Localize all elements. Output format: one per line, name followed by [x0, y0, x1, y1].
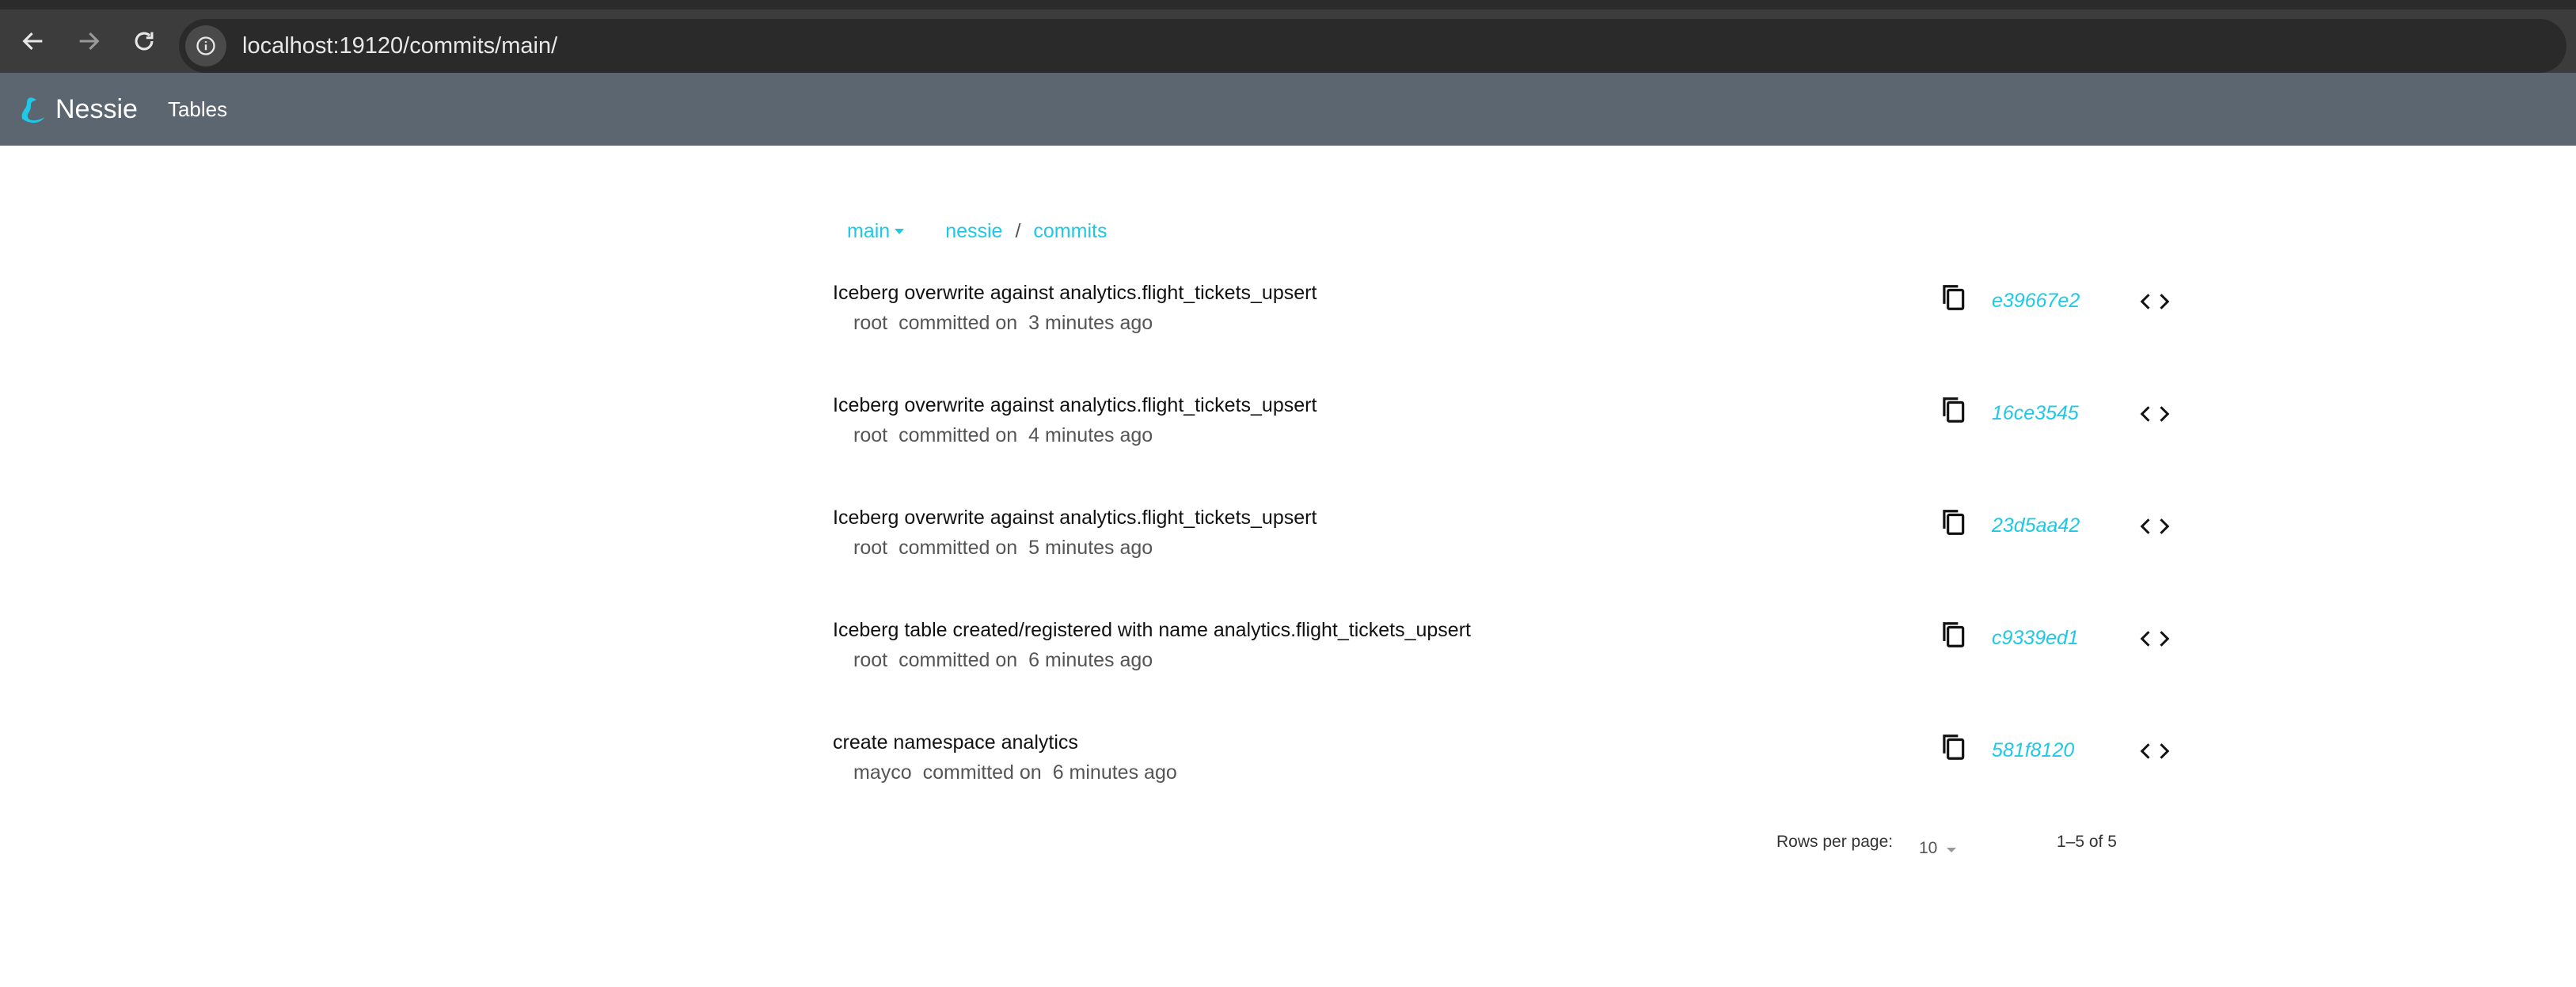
copy-icon[interactable]: [1938, 507, 1968, 538]
commit-author: root: [853, 649, 888, 671]
commit-message: Iceberg overwrite against analytics.flig…: [833, 282, 1317, 304]
rows-per-page-select[interactable]: 10: [1919, 839, 1957, 858]
reload-icon: [135, 32, 154, 51]
commit-author: root: [853, 537, 888, 559]
commit-author: root: [853, 312, 888, 334]
code-icon[interactable]: [2139, 739, 2171, 763]
info-icon: [196, 36, 215, 55]
commit-committed-on: committed on: [899, 312, 1018, 334]
reload-button[interactable]: [122, 19, 166, 63]
commit-time: 6 minutes ago: [1052, 761, 1177, 784]
nessie-logo-icon[interactable]: [14, 92, 49, 127]
code-icon[interactable]: [2139, 290, 2171, 313]
caret-down-icon: [1947, 848, 1957, 852]
rows-per-page-label: Rows per page:: [1776, 833, 1894, 851]
copy-icon[interactable]: [1938, 282, 1968, 313]
commit-hash-link[interactable]: 23d5aa42: [1992, 514, 2103, 537]
branch-label: main: [847, 219, 891, 242]
commit-committed-on: committed on: [899, 649, 1018, 671]
url-text[interactable]: localhost:19120/commits/main/: [242, 33, 557, 59]
commit-meta: root committed on 6 minutes ago: [853, 649, 1164, 672]
commit-row: Iceberg overwrite against analytics.flig…: [833, 507, 2179, 586]
breadcrumb-commits[interactable]: commits: [1033, 220, 1107, 243]
commit-author: mayco: [853, 761, 912, 784]
commit-committed-on: committed on: [899, 537, 1018, 559]
commit-row: Iceberg overwrite against analytics.flig…: [833, 394, 2179, 473]
commit-meta: mayco committed on 6 minutes ago: [853, 761, 1188, 784]
commit-meta: root committed on 4 minutes ago: [853, 424, 1164, 447]
copy-icon[interactable]: [1938, 394, 1968, 426]
commit-meta: root committed on 5 minutes ago: [853, 537, 1164, 560]
back-button[interactable]: [11, 19, 55, 63]
arrow-right-icon: [79, 32, 100, 51]
commit-committed-on: committed on: [899, 424, 1018, 446]
commit-message: create namespace analytics: [833, 731, 1078, 754]
commit-author: root: [853, 424, 888, 446]
commit-row: Iceberg overwrite against analytics.flig…: [833, 282, 2179, 361]
app-header: Nessie Tables: [0, 73, 2576, 146]
branch-selector[interactable]: main: [847, 219, 905, 243]
code-icon[interactable]: [2139, 402, 2171, 426]
commit-message: Iceberg overwrite against analytics.flig…: [833, 394, 1317, 416]
commit-hash-link[interactable]: 16ce3545: [1992, 402, 2103, 425]
commit-hash-link[interactable]: 581f8120: [1992, 739, 2103, 762]
commit-time: 6 minutes ago: [1028, 649, 1153, 671]
caret-down-icon: [895, 228, 905, 234]
breadcrumb: main nessie / commits: [847, 215, 1107, 247]
pagination-range: 1–5 of 5: [2057, 833, 2117, 851]
copy-icon[interactable]: [1938, 619, 1968, 651]
rows-per-page-value: 10: [1919, 839, 1938, 857]
commit-time: 3 minutes ago: [1028, 312, 1153, 334]
pagination: Rows per page: 10 1–5 of 5: [1776, 825, 2172, 864]
commit-meta: root committed on 3 minutes ago: [853, 312, 1164, 335]
commit-message: Iceberg overwrite against analytics.flig…: [833, 507, 1317, 529]
commit-committed-on: committed on: [922, 761, 1042, 784]
brand-name[interactable]: Nessie: [55, 94, 138, 125]
breadcrumb-nessie[interactable]: nessie: [945, 220, 1002, 243]
code-icon[interactable]: [2139, 514, 2171, 538]
commit-hash-link[interactable]: c9339ed1: [1992, 627, 2103, 650]
address-bar[interactable]: localhost:19120/commits/main/: [179, 19, 2567, 73]
commit-row: create namespace analytics mayco committe…: [833, 731, 2179, 810]
forward-button[interactable]: [66, 19, 111, 63]
commit-time: 5 minutes ago: [1028, 537, 1153, 559]
commit-message: Iceberg table created/registered with na…: [833, 619, 1471, 641]
site-info-button[interactable]: [185, 25, 226, 66]
commit-hash-link[interactable]: e39667e2: [1992, 290, 2103, 313]
code-icon[interactable]: [2139, 627, 2171, 651]
nav-link-tables[interactable]: Tables: [168, 97, 227, 122]
arrow-left-icon: [22, 32, 43, 51]
commit-time: 4 minutes ago: [1028, 424, 1153, 446]
breadcrumb-separator: /: [1015, 219, 1021, 242]
copy-icon[interactable]: [1938, 731, 1968, 763]
commit-row: Iceberg table created/registered with na…: [833, 619, 2179, 698]
browser-toolbar: localhost:19120/commits/main/: [0, 0, 2576, 73]
